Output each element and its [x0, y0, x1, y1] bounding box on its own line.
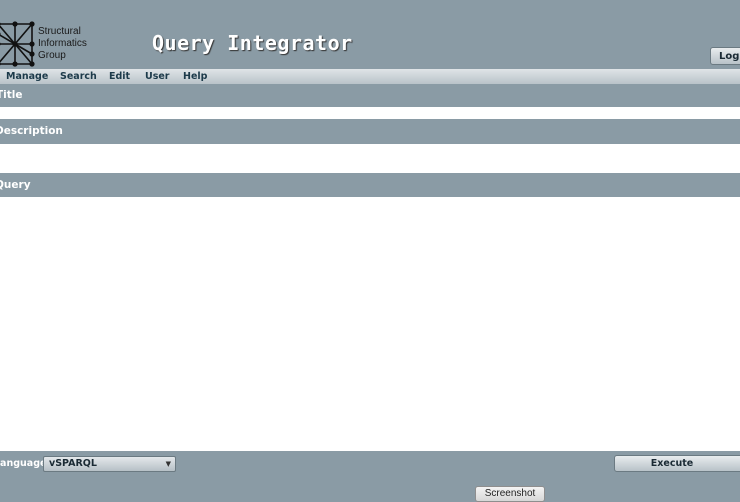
language-label: Language: [0, 458, 47, 469]
dropdown-arrow-icon: ▼: [165, 460, 171, 468]
query-section-header: Query: [0, 173, 740, 197]
login-button[interactable]: Login: [710, 47, 740, 65]
query-label: Query: [0, 179, 31, 191]
query-textarea[interactable]: [0, 197, 740, 451]
screenshot-button[interactable]: Screenshot: [475, 486, 545, 502]
language-selected-value: vSPARQL: [49, 458, 97, 469]
title-input[interactable]: [0, 107, 740, 119]
menu-item-user[interactable]: User: [145, 70, 170, 83]
logo-line: Informatics: [38, 38, 87, 49]
title-label: Title: [0, 89, 23, 101]
description-textarea[interactable]: [0, 144, 740, 173]
menu-item-manage[interactable]: Manage: [6, 70, 48, 83]
title-section-header: Title: [0, 85, 740, 107]
execute-button[interactable]: Execute: [614, 455, 740, 472]
menu-item-help[interactable]: Help: [183, 70, 207, 83]
logo-line: Group: [38, 50, 66, 61]
description-section-header: Description: [0, 120, 740, 144]
menu-bar: Manage Search Edit User Help: [0, 69, 740, 85]
app-title: Query Integrator: [152, 31, 353, 55]
structural-informatics-logo-icon: [0, 21, 35, 67]
app-header: Structural Informatics Group Query Integ…: [0, 0, 740, 69]
description-label: Description: [0, 125, 63, 137]
language-select[interactable]: vSPARQL ▼: [43, 456, 176, 472]
menu-item-search[interactable]: Search: [60, 70, 97, 83]
logo-line: Structural: [38, 26, 81, 37]
logo-text: Structural Informatics Group: [38, 26, 87, 62]
menu-item-edit[interactable]: Edit: [109, 70, 130, 83]
